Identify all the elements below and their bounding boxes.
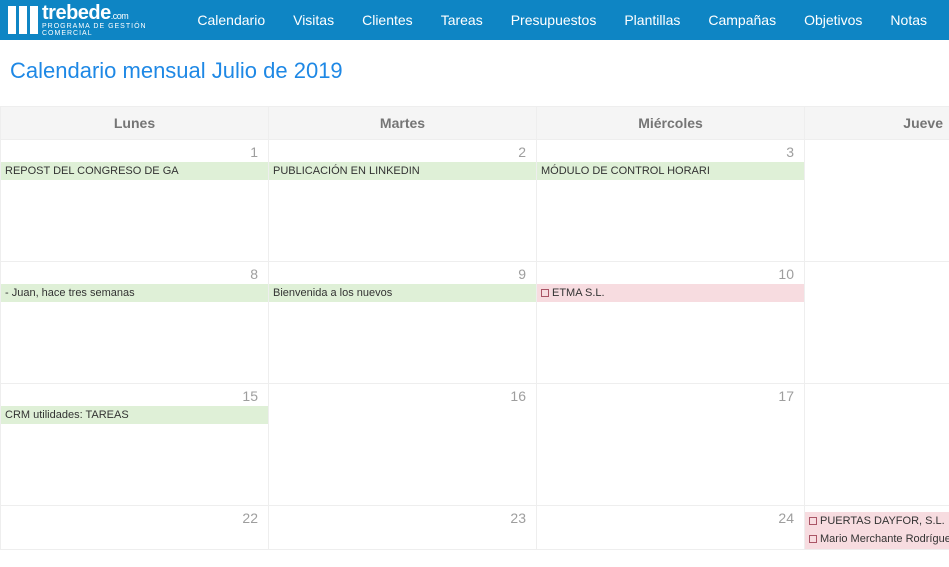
calendar-event[interactable]: PUBLICACIÓN EN LINKEDIN xyxy=(269,162,536,180)
event-text: MÓDULO DE CONTROL HORARI xyxy=(541,165,710,177)
day-number: 3 xyxy=(537,140,804,162)
day-number: 22 xyxy=(1,506,268,528)
calendar-grid: Lunes Martes Miércoles Jueve 1 REPOST DEL… xyxy=(0,106,949,550)
event-text: REPOST DEL CONGRESO DE GA xyxy=(5,165,179,177)
calendar-cell[interactable]: 24 xyxy=(537,506,805,550)
calendar-cell[interactable]: 23 xyxy=(269,506,537,550)
day-number xyxy=(805,384,949,390)
event-text: - Juan, hace tres semanas xyxy=(5,287,135,299)
event-text: CRM utilidades: TAREAS xyxy=(5,409,129,421)
event-text: ETMA S.L. xyxy=(552,287,605,299)
event-text: Mario Merchante Rodríguez xyxy=(820,533,949,545)
calendar-event[interactable]: REPOST DEL CONGRESO DE GA xyxy=(1,162,268,180)
checkbox-icon xyxy=(809,517,817,525)
calendar-cell[interactable]: 3 MÓDULO DE CONTROL HORARI xyxy=(537,140,805,262)
calendar-cell[interactable]: 17 xyxy=(537,384,805,506)
header-lunes: Lunes xyxy=(1,107,269,140)
calendar-cell[interactable]: 16 xyxy=(269,384,537,506)
nav-tareas[interactable]: Tareas xyxy=(427,2,497,38)
logo-subtitle: PROGRAMA DE GESTIÓN COMERCIAL xyxy=(42,23,163,37)
header-martes: Martes xyxy=(269,107,537,140)
event-text: PUERTAS DAYFOR, S.L. xyxy=(820,515,945,527)
calendar-cell[interactable]: 9 Bienvenida a los nuevos xyxy=(269,262,537,384)
day-number: 17 xyxy=(537,384,804,406)
calendar-event[interactable]: - Juan, hace tres semanas xyxy=(1,284,268,302)
nav-visitas[interactable]: Visitas xyxy=(279,2,348,38)
nav-plantillas[interactable]: Plantillas xyxy=(610,2,694,38)
header-miercoles: Miércoles xyxy=(537,107,805,140)
checkbox-icon xyxy=(541,289,549,297)
calendar-cell[interactable]: 8 - Juan, hace tres semanas xyxy=(1,262,269,384)
day-number: 23 xyxy=(269,506,536,528)
nav-clientes[interactable]: Clientes xyxy=(348,2,427,38)
header-jueves: Jueve xyxy=(805,107,949,140)
event-text: Bienvenida a los nuevos xyxy=(273,287,392,299)
calendar-event[interactable]: Bienvenida a los nuevos xyxy=(269,284,536,302)
logo-bars-icon xyxy=(8,6,38,34)
event-text: PUBLICACIÓN EN LINKEDIN xyxy=(273,165,420,177)
day-number xyxy=(805,262,949,268)
logo[interactable]: trebede.com PROGRAMA DE GESTIÓN COMERCIA… xyxy=(8,3,163,37)
nav-notas[interactable]: Notas xyxy=(876,2,941,38)
calendar-event[interactable]: ETMA S.L. xyxy=(537,284,804,302)
title-row: Calendario mensual Julio de 2019 xyxy=(0,40,949,106)
nav-campanas[interactable]: Campañas xyxy=(694,2,790,38)
nav-items: Calendario Visitas Clientes Tareas Presu… xyxy=(183,2,941,38)
navbar: trebede.com PROGRAMA DE GESTIÓN COMERCIA… xyxy=(0,0,949,40)
day-number: 15 xyxy=(1,384,268,406)
day-number: 9 xyxy=(269,262,536,284)
logo-brand: trebede.com xyxy=(42,3,163,23)
day-number: 16 xyxy=(269,384,536,406)
day-number: 10 xyxy=(537,262,804,284)
day-number: 1 xyxy=(1,140,268,162)
calendar-cell[interactable] xyxy=(805,262,949,384)
calendar-event[interactable]: Mario Merchante Rodríguez xyxy=(805,530,949,548)
calendar-event[interactable]: PUERTAS DAYFOR, S.L. xyxy=(805,512,949,530)
calendar-cell[interactable]: PUERTAS DAYFOR, S.L. Mario Merchante Rodr… xyxy=(805,506,949,550)
nav-calendario[interactable]: Calendario xyxy=(183,2,279,38)
nav-objetivos[interactable]: Objetivos xyxy=(790,2,876,38)
day-number: 2 xyxy=(269,140,536,162)
calendar-cell[interactable]: 1 REPOST DEL CONGRESO DE GA xyxy=(1,140,269,262)
calendar-cell[interactable]: 2 PUBLICACIÓN EN LINKEDIN xyxy=(269,140,537,262)
calendar-cell[interactable]: 10 ETMA S.L. xyxy=(537,262,805,384)
day-number: 24 xyxy=(537,506,804,528)
calendar-event[interactable]: MÓDULO DE CONTROL HORARI xyxy=(537,162,804,180)
nav-presupuestos[interactable]: Presupuestos xyxy=(497,2,611,38)
day-number xyxy=(805,140,949,146)
calendar-cell[interactable] xyxy=(805,384,949,506)
page-title: Calendario mensual Julio de 2019 xyxy=(10,58,939,84)
calendar-cell[interactable]: 22 xyxy=(1,506,269,550)
checkbox-icon xyxy=(809,535,817,543)
calendar-cell[interactable] xyxy=(805,140,949,262)
calendar-cell[interactable]: 15 CRM utilidades: TAREAS xyxy=(1,384,269,506)
day-number: 8 xyxy=(1,262,268,284)
calendar-event[interactable]: CRM utilidades: TAREAS xyxy=(1,406,268,424)
